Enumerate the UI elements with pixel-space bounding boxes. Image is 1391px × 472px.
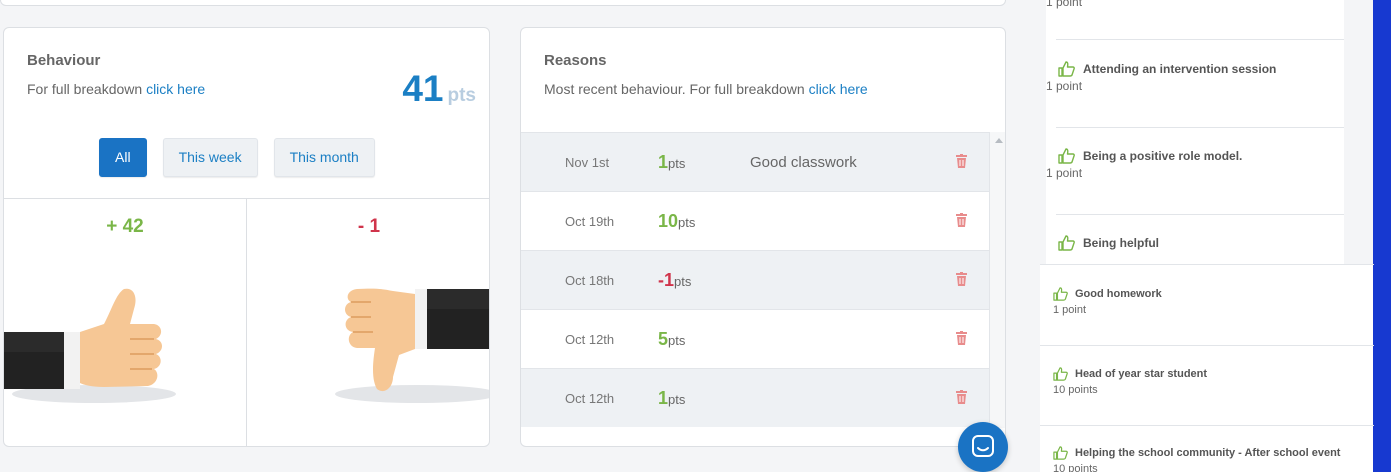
- reason-points-value: 5: [658, 328, 669, 349]
- behaviour-type-label: Being helpful: [1083, 236, 1159, 250]
- thumbs-up-icon: [1053, 446, 1068, 460]
- reasons-scrollbar[interactable]: [989, 132, 1005, 428]
- reason-row: Oct 18th -1pts: [521, 250, 989, 309]
- window-edge: [1373, 0, 1391, 472]
- divider: [1056, 214, 1344, 215]
- behaviour-type-label: Good homework: [1075, 288, 1162, 300]
- reason-date: Oct 12th: [565, 390, 615, 406]
- thumbs-up-icon: [1058, 148, 1075, 164]
- divider: [1040, 345, 1374, 346]
- reasons-breakdown-link[interactable]: click here: [809, 81, 868, 97]
- filter-this-month-button[interactable]: This month: [273, 138, 375, 177]
- trash-icon[interactable]: [956, 390, 967, 404]
- reason-row: Oct 12th 1pts: [521, 368, 989, 427]
- behaviour-card: Behaviour For full breakdown click here …: [3, 27, 490, 447]
- total-points-value: 41: [402, 68, 444, 109]
- behaviour-type-title: Head of year star student: [1053, 367, 1207, 381]
- behaviour-breakdown-link[interactable]: click here: [146, 81, 205, 97]
- reasons-card: Reasons Most recent behaviour. For full …: [520, 27, 1006, 447]
- behaviour-type-item[interactable]: Being a positive role model. 1 point: [1046, 148, 1242, 180]
- chat-icon: [972, 435, 994, 457]
- behaviour-type-item[interactable]: Attending an intervention session 1 poin…: [1046, 61, 1276, 93]
- behaviour-title: Behaviour: [27, 52, 101, 69]
- filter-this-week-button[interactable]: This week: [162, 138, 258, 177]
- negative-panel[interactable]: - 1: [247, 198, 489, 446]
- reason-date: Oct 12th: [565, 331, 615, 347]
- reason-row: Oct 19th 10pts: [521, 191, 989, 250]
- behaviour-type-label: Attending an intervention session: [1083, 62, 1277, 76]
- divider: [1040, 264, 1374, 265]
- behaviour-type-title: Good homework: [1053, 287, 1162, 301]
- reason-points-value: 1: [658, 387, 669, 408]
- reason-points-value: -1: [658, 269, 675, 290]
- reason-points-unit: pts: [668, 155, 686, 171]
- behaviour-type-points: 10 points: [1053, 463, 1098, 472]
- reason-points-unit: pts: [668, 332, 686, 348]
- positive-panel[interactable]: + 42: [4, 198, 247, 446]
- behaviour-type-item[interactable]: Being helpful: [1046, 235, 1159, 253]
- divider: [1056, 39, 1344, 40]
- behaviour-type-points: 1 point: [1053, 304, 1087, 316]
- thumbs-up-icon: [1058, 235, 1075, 251]
- behaviour-type-points: 1 point: [1046, 166, 1083, 180]
- reason-points: 5pts: [658, 329, 685, 350]
- behaviour-type-points: 10 points: [1053, 384, 1098, 396]
- behaviour-type-label: Being a positive role model.: [1083, 149, 1243, 163]
- scroll-up-arrow-icon[interactable]: [995, 138, 1003, 143]
- behaviour-subtitle-text: For full breakdown: [27, 81, 147, 97]
- negative-count: - 1: [357, 216, 381, 237]
- thumbs-up-icon: [1058, 61, 1075, 77]
- behaviour-type-item[interactable]: Good homework 1 point: [1053, 287, 1162, 316]
- reason-points-value: 1: [658, 151, 669, 172]
- reason-points: 1pts: [658, 152, 685, 173]
- behaviour-type-item[interactable]: Head of year star student 10 points: [1053, 367, 1207, 396]
- period-filters: All This week This month: [99, 138, 375, 177]
- behaviour-type-points: 1 point: [1046, 0, 1083, 9]
- trash-icon[interactable]: [956, 154, 967, 168]
- reason-points: 10pts: [658, 211, 695, 232]
- reason-date: Nov 1st: [565, 154, 610, 170]
- behaviour-type-points: 1 point: [1046, 79, 1083, 93]
- thumbs-up-icon: [1053, 367, 1068, 381]
- reason-row: Nov 1st 1pts Good classwork: [521, 132, 989, 191]
- trash-icon[interactable]: [956, 331, 967, 345]
- behaviour-type-title: Attending an intervention session: [1058, 61, 1276, 77]
- reason-date: Oct 19th: [565, 213, 615, 229]
- behaviour-type-item[interactable]: Helping the school community - After sch…: [1053, 446, 1340, 472]
- reason-points: -1pts: [658, 270, 691, 291]
- reason-points-unit: pts: [678, 214, 696, 230]
- reason-points-value: 10: [658, 210, 679, 231]
- filter-all-button[interactable]: All: [99, 138, 147, 177]
- reasons-title: Reasons: [544, 52, 607, 69]
- reason-text: Good classwork: [750, 153, 857, 171]
- reason-points-unit: pts: [668, 391, 686, 407]
- chat-launcher-button[interactable]: [958, 422, 1008, 472]
- divider: [1056, 127, 1344, 128]
- trash-icon[interactable]: [956, 213, 967, 227]
- behaviour-type-title: Helping the school community - After sch…: [1053, 446, 1340, 460]
- reason-points: 1pts: [658, 388, 685, 409]
- top-card-edge: [0, 0, 1006, 6]
- behaviour-type-fragment: 1 point: [1046, 0, 1082, 9]
- behaviour-type-title: Being helpful: [1058, 235, 1159, 251]
- trash-icon[interactable]: [956, 272, 967, 286]
- thumbs-up-icon: [1053, 287, 1068, 301]
- thumbs-down-illustration: [335, 288, 489, 403]
- behaviour-type-label: Helping the school community - After sch…: [1075, 447, 1341, 459]
- reason-points-unit: pts: [674, 273, 692, 289]
- reason-date: Oct 18th: [565, 272, 615, 288]
- behaviour-subtitle: For full breakdown click here: [27, 81, 205, 97]
- total-points: 41 pts: [402, 68, 476, 110]
- thumbs-up-illustration: [4, 288, 176, 403]
- divider: [1040, 425, 1374, 426]
- total-points-unit: pts: [447, 85, 477, 106]
- behaviour-type-title: Being a positive role model.: [1058, 148, 1242, 164]
- reasons-subtitle-text: Most recent behaviour. For full breakdow…: [544, 81, 809, 97]
- reasons-list: Nov 1st 1pts Good classwork Oct 19th 10p…: [521, 132, 989, 427]
- reasons-subtitle: Most recent behaviour. For full breakdow…: [544, 81, 868, 97]
- positive-count: + 42: [106, 216, 144, 237]
- reason-row: Oct 12th 5pts: [521, 309, 989, 368]
- behaviour-type-label: Head of year star student: [1075, 368, 1208, 380]
